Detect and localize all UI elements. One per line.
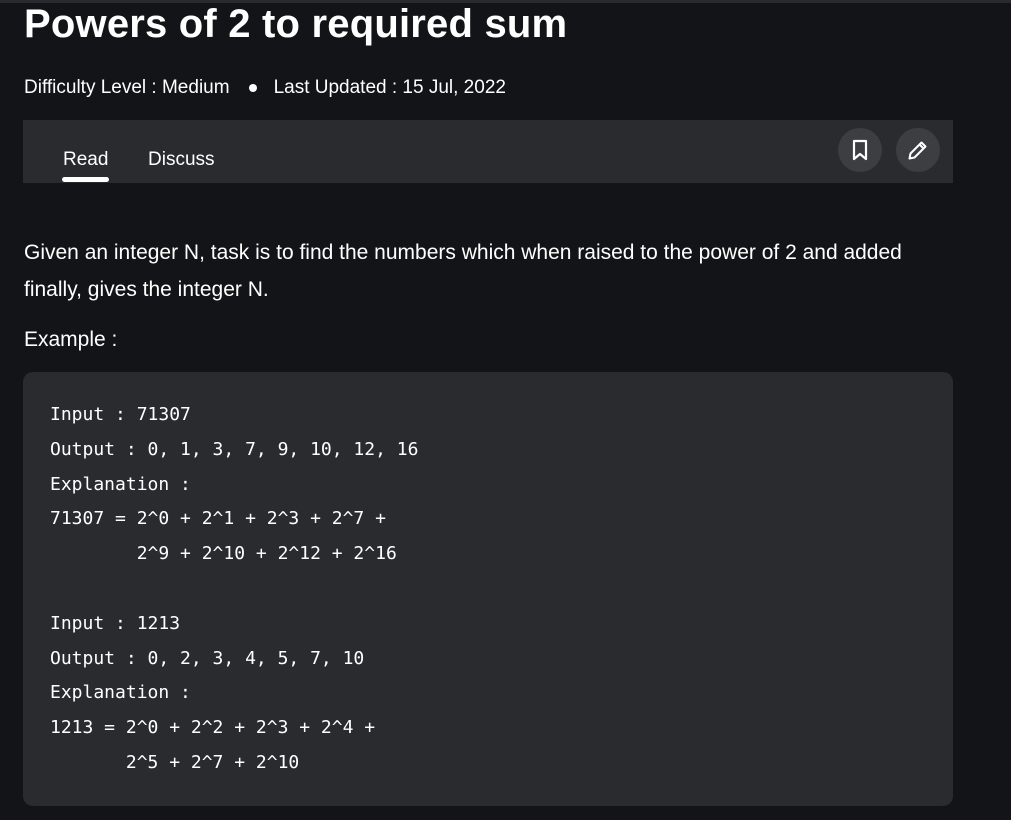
tab-discuss[interactable]: Discuss bbox=[148, 148, 215, 172]
problem-description: Given an integer N, task is to find the … bbox=[24, 241, 902, 301]
code-line: 2^5 + 2^7 + 2^10 bbox=[50, 751, 300, 773]
code-line: 1213 = 2^0 + 2^2 + 2^3 + 2^4 + bbox=[50, 717, 376, 739]
meta-separator-dot bbox=[248, 84, 257, 92]
code-line: Input : 71307 bbox=[50, 404, 191, 425]
active-tab-indicator bbox=[62, 177, 109, 182]
code-line: 71307 = 2^0 + 2^1 + 2^3 + 2^7 + bbox=[50, 508, 386, 530]
code-line: 2^9 + 2^10 + 2^12 + 2^16 bbox=[50, 543, 397, 565]
example-code-block: Input : 71307 Output : 0, 1, 3, 7, 9, 10… bbox=[23, 372, 953, 806]
article-title: Powers of 2 to required sum bbox=[24, 2, 568, 46]
tab-read[interactable]: Read bbox=[63, 148, 108, 172]
code-text: Input : 71307 Output : 0, 1, 3, 7, 9, 10… bbox=[50, 398, 418, 781]
code-line: Explanation : bbox=[50, 473, 191, 495]
bookmark-button[interactable] bbox=[838, 128, 882, 172]
code-line: Output : 0, 1, 3, 7, 9, 10, 12, 16 bbox=[50, 438, 419, 460]
code-line: Input : 1213 bbox=[50, 612, 181, 634]
difficulty-level: Difficulty Level : Medium bbox=[24, 77, 230, 98]
code-line: Output : 0, 2, 3, 4, 5, 7, 10 bbox=[50, 647, 365, 669]
last-updated: Last Updated : 15 Jul, 2022 bbox=[273, 77, 506, 98]
article-tab-bar: Read Discuss bbox=[23, 120, 953, 183]
article-meta: Difficulty Level : Medium Last Updated :… bbox=[24, 76, 506, 100]
pencil-icon bbox=[908, 141, 927, 160]
code-line: Explanation : bbox=[50, 682, 191, 704]
example-label: Example : bbox=[24, 328, 118, 351]
edit-button[interactable] bbox=[896, 128, 940, 172]
bookmark-icon bbox=[852, 139, 868, 161]
